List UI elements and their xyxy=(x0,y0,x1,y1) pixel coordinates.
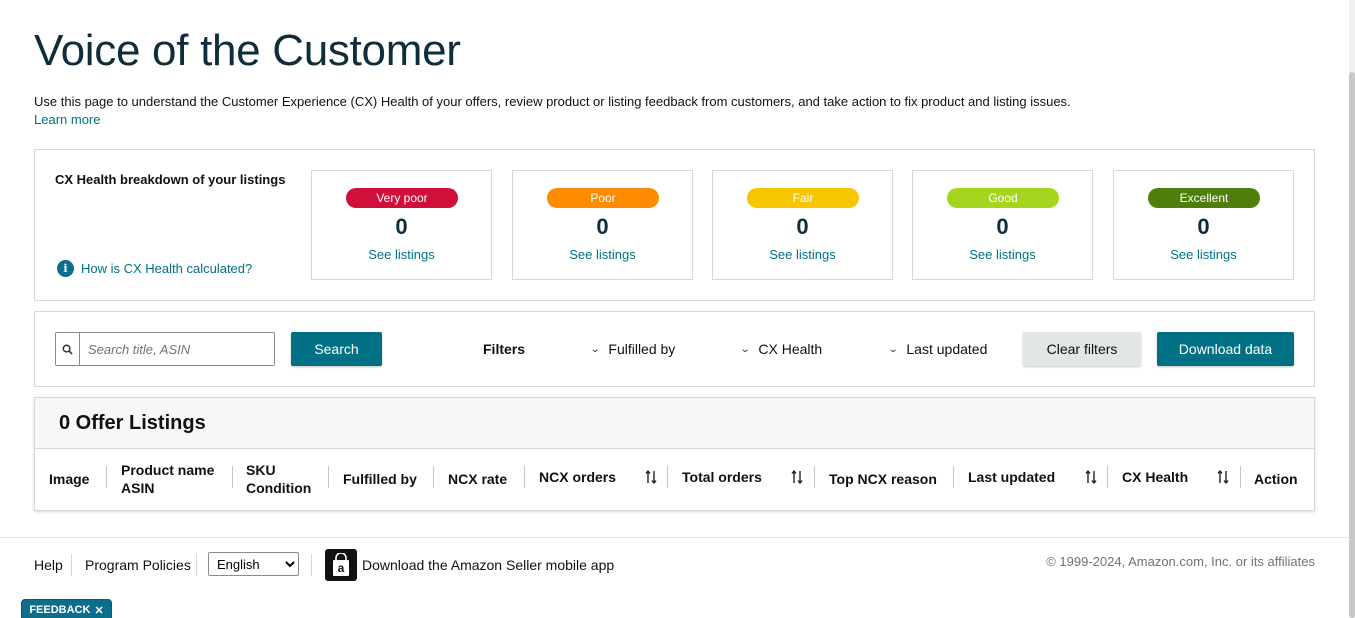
col-cx-health[interactable]: CX Health xyxy=(1122,468,1188,486)
cx-card-fair: Fair 0 See listings xyxy=(712,170,893,280)
cx-health-dropdown[interactable]: ⌄ CX Health xyxy=(739,341,823,357)
offer-listings-header xyxy=(35,398,1314,449)
col-condition-label: Condition xyxy=(246,480,312,496)
see-listings-very-poor[interactable]: See listings xyxy=(312,247,491,262)
close-icon[interactable]: ✕ xyxy=(94,604,103,617)
col-action: Action xyxy=(1254,471,1298,487)
cx-badge-very-poor: Very poor xyxy=(346,188,458,208)
cx-health-help-link[interactable]: i How is CX Health calculated? xyxy=(57,260,252,277)
see-listings-good[interactable]: See listings xyxy=(913,247,1092,262)
cx-count-good: 0 xyxy=(996,214,1009,239)
svg-text:a: a xyxy=(338,561,345,575)
see-listings-excellent[interactable]: See listings xyxy=(1114,247,1293,262)
see-listings-fair[interactable]: See listings xyxy=(713,247,892,262)
chevron-down-icon: ⌄ xyxy=(589,343,601,355)
info-icon: i xyxy=(57,260,74,277)
search-box xyxy=(55,332,275,366)
col-product-name[interactable]: Product name ASIN xyxy=(121,461,214,497)
filter-panel: Search Filters ⌄ Fulfilled by ⌄ CX Healt… xyxy=(34,311,1315,387)
col-sku[interactable]: SKU Condition xyxy=(246,461,311,497)
cx-health-help-text[interactable]: How is CX Health calculated? xyxy=(81,261,252,276)
col-top-ncx-reason: Top NCX reason xyxy=(829,471,937,487)
download-data-button[interactable]: Download data xyxy=(1157,332,1294,366)
footer-divider xyxy=(0,537,1349,538)
footer-separator xyxy=(311,554,312,576)
cx-badge-good: Good xyxy=(947,188,1059,208)
learn-more-link[interactable]: Learn more xyxy=(34,112,100,127)
cx-health-title: CX Health breakdown of your listings xyxy=(55,172,286,187)
program-policies-link[interactable]: Program Policies xyxy=(85,557,191,573)
feedback-tab[interactable]: FEEDBACK ✕ xyxy=(21,599,112,618)
column-divider xyxy=(433,466,434,488)
col-fulfilled-by: Fulfilled by xyxy=(343,471,417,487)
help-link[interactable]: Help xyxy=(34,557,63,573)
column-divider xyxy=(106,466,107,488)
offer-listings-panel: 0 Offer Listings Image Product name ASIN… xyxy=(34,397,1315,511)
page-title: Voice of the Customer xyxy=(34,26,461,75)
footer-separator xyxy=(196,554,197,576)
column-divider xyxy=(667,466,668,488)
chevron-down-icon: ⌄ xyxy=(887,343,899,355)
cx-count-very-poor: 0 xyxy=(395,214,408,239)
cx-card-good: Good 0 See listings xyxy=(912,170,1093,280)
cx-badge-fair: Fair xyxy=(747,188,859,208)
col-last-updated[interactable]: Last updated xyxy=(968,468,1055,486)
filters-label: Filters xyxy=(483,341,526,357)
copyright-text: © 1999-2024, Amazon.com, Inc. or its aff… xyxy=(1046,554,1315,569)
search-input[interactable] xyxy=(80,333,274,365)
download-app-link[interactable]: Download the Amazon Seller mobile app xyxy=(362,557,614,573)
offer-listings-title: 0 Offer Listings xyxy=(59,412,206,434)
amazon-seller-app-icon[interactable]: a xyxy=(325,549,357,581)
sort-icon[interactable] xyxy=(1217,469,1229,485)
page-intro: Use this page to understand the Customer… xyxy=(34,94,1071,109)
cx-card-excellent: Excellent 0 See listings xyxy=(1113,170,1294,280)
column-divider xyxy=(814,466,815,488)
column-divider xyxy=(1107,466,1108,488)
cx-card-very-poor: Very poor 0 See listings xyxy=(311,170,492,280)
col-ncx-rate: NCX rate xyxy=(448,471,508,487)
cx-count-poor: 0 xyxy=(596,214,609,239)
column-divider xyxy=(328,466,329,488)
sort-icon[interactable] xyxy=(1085,469,1097,485)
clear-filters-button[interactable]: Clear filters xyxy=(1023,332,1141,366)
footer-separator xyxy=(71,554,72,576)
cx-badge-poor: Poor xyxy=(547,188,659,208)
column-divider xyxy=(232,466,233,488)
col-asin-label: ASIN xyxy=(121,480,155,496)
cx-badge-excellent: Excellent xyxy=(1148,188,1260,208)
cx-health-filter-label: CX Health xyxy=(758,341,823,357)
col-total-orders[interactable]: Total orders xyxy=(682,468,762,486)
sort-icon[interactable] xyxy=(791,469,803,485)
fulfilled-by-label: Fulfilled by xyxy=(608,341,676,357)
fulfilled-by-dropdown[interactable]: ⌄ Fulfilled by xyxy=(589,341,676,357)
chevron-down-icon: ⌄ xyxy=(739,343,751,355)
column-divider xyxy=(1240,466,1241,488)
scrollbar-thumb[interactable] xyxy=(1349,72,1355,618)
see-listings-poor[interactable]: See listings xyxy=(513,247,692,262)
search-button[interactable]: Search xyxy=(291,332,382,366)
last-updated-dropdown[interactable]: ⌄ Last updated xyxy=(887,341,988,357)
search-icon xyxy=(56,333,80,365)
cx-count-excellent: 0 xyxy=(1197,214,1210,239)
column-divider xyxy=(524,466,525,488)
column-divider xyxy=(953,466,954,488)
page-scrollbar[interactable] xyxy=(1349,0,1355,618)
feedback-label: FEEDBACK xyxy=(29,604,91,616)
col-sku-label: SKU xyxy=(246,462,276,478)
col-ncx-orders[interactable]: NCX orders xyxy=(539,468,616,486)
col-product-name-label: Product name xyxy=(121,462,215,478)
col-image: Image xyxy=(49,471,90,487)
cx-card-poor: Poor 0 See listings xyxy=(512,170,693,280)
cx-health-panel: CX Health breakdown of your listings i H… xyxy=(34,149,1315,301)
sort-icon[interactable] xyxy=(645,469,657,485)
cx-count-fair: 0 xyxy=(796,214,809,239)
last-updated-filter-label: Last updated xyxy=(906,341,988,357)
language-select[interactable]: English xyxy=(208,552,299,576)
